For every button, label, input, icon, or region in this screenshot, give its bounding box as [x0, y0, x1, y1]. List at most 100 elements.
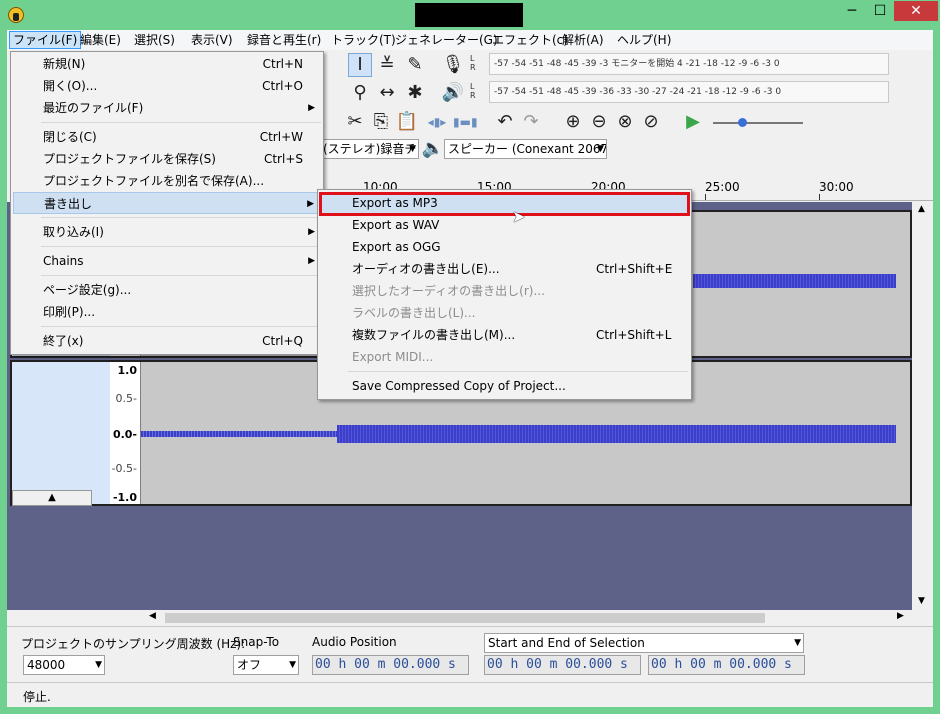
- timeshift-tool-icon[interactable]: ↔: [375, 81, 399, 105]
- menu-bar: ファイル(F) 編集(E) 選択(S) 表示(V) 録音と再生(r) トラック(…: [7, 30, 933, 51]
- window-title-redacted: [415, 3, 523, 27]
- menu-select[interactable]: 選択(S): [131, 31, 178, 49]
- horizontal-scroll-thumb[interactable]: [165, 613, 765, 623]
- file-menu-save-project[interactable]: プロジェクトファイルを保存(S) Ctrl+S: [13, 148, 321, 170]
- zoom-tool-icon[interactable]: ⚲: [348, 81, 372, 105]
- play-meter-channels: LR: [470, 82, 476, 100]
- scroll-left-icon[interactable]: ◀: [149, 611, 156, 621]
- ruler-tick-label: 25:00: [705, 180, 740, 194]
- file-menu-recent[interactable]: 最近のファイル(F) ▶: [13, 97, 321, 119]
- file-menu-print[interactable]: 印刷(P)...: [13, 301, 321, 323]
- output-speaker-icon: 🔈: [421, 138, 445, 159]
- fit-selection-icon[interactable]: ⊗: [613, 110, 637, 134]
- export-wav-item[interactable]: Export as WAV: [320, 214, 689, 236]
- file-menu-new[interactable]: 新規(N) Ctrl+N: [13, 53, 321, 75]
- file-menu-open[interactable]: 開く(O)... Ctrl+O: [13, 75, 321, 97]
- file-menu-export[interactable]: 書き出し ▶: [13, 192, 321, 214]
- fit-project-icon[interactable]: ⊘: [639, 110, 663, 134]
- draw-tool-icon[interactable]: ✎: [403, 53, 427, 77]
- play-meter[interactable]: -57 -54 -51 -48 -45 -39 -36 -33 -30 -27 …: [489, 81, 889, 103]
- cut-icon[interactable]: ✂: [343, 110, 367, 134]
- minimize-button[interactable]: ─: [838, 1, 866, 21]
- play-speed-slider-thumb[interactable]: [738, 118, 747, 127]
- selection-tool-icon[interactable]: I: [348, 53, 372, 77]
- menu-generate[interactable]: ジェネレーター(G): [392, 31, 501, 49]
- paste-icon[interactable]: 📋: [395, 110, 419, 134]
- scale-label: -0.5-: [111, 462, 137, 475]
- vertical-scrollbar[interactable]: ▲ ▼: [912, 202, 933, 610]
- snap-to-label: Snap-To: [233, 635, 280, 649]
- horizontal-scrollbar[interactable]: ◀ ▶: [145, 610, 912, 626]
- annotation-highlight-box: [319, 192, 690, 216]
- selection-end-field[interactable]: 00 h 00 m 00.000 s: [648, 655, 805, 675]
- output-device-select[interactable]: スピーカー (Conexant 2067 ▼: [444, 139, 607, 159]
- audio-position-field[interactable]: 00 h 00 m 00.000 s: [312, 655, 469, 675]
- copy-icon[interactable]: ⎘: [369, 110, 393, 134]
- ruler-tick-label: 30:00: [819, 180, 854, 194]
- undo-icon[interactable]: ↶: [493, 110, 517, 134]
- menu-separator: [41, 217, 321, 218]
- trim-icon[interactable]: ◂▮▸: [425, 110, 449, 134]
- menu-separator: [348, 371, 688, 372]
- waveform-segment: [693, 274, 896, 288]
- scale-label: 1.0: [117, 364, 138, 377]
- redo-icon[interactable]: ↷: [519, 110, 543, 134]
- selection-start-field[interactable]: 00 h 00 m 00.000 s: [484, 655, 641, 675]
- mouse-cursor-icon: ➤: [512, 207, 526, 226]
- selection-toolbar: プロジェクトのサンプリング周波数 (Hz): 48000 ▼ Snap-To オフ…: [7, 626, 933, 683]
- ruler-tick: [705, 194, 706, 200]
- silence-icon[interactable]: ▮▬▮: [453, 110, 478, 134]
- menu-analyze[interactable]: 解析(A): [559, 31, 607, 49]
- multi-tool-icon[interactable]: ✱: [403, 81, 427, 105]
- export-selected-audio-item: 選択したオーディオの書き出し(r)...: [352, 284, 545, 298]
- input-channels-select[interactable]: (ステレオ)録音チ ▼: [319, 139, 419, 159]
- waveform-segment: [141, 431, 337, 437]
- export-multiple-item[interactable]: 複数ファイルの書き出し(M)... Ctrl+Shift+L: [320, 324, 689, 346]
- menu-help[interactable]: ヘルプ(H): [614, 31, 674, 49]
- file-menu-save-project-as[interactable]: プロジェクトファイルを別名で保存(A)...: [13, 170, 321, 192]
- menu-transport[interactable]: 録音と再生(r): [244, 31, 324, 49]
- scale-label: -1.0: [112, 491, 137, 504]
- export-submenu: Export as MP3 Export as WAV Export as OG…: [317, 189, 692, 400]
- menu-tracks[interactable]: トラック(T): [328, 31, 399, 49]
- file-menu-exit[interactable]: 終了(x) Ctrl+Q: [13, 330, 321, 352]
- export-audio-item[interactable]: オーディオの書き出し(E)... Ctrl+Shift+E: [320, 258, 689, 280]
- save-compressed-copy-item[interactable]: Save Compressed Copy of Project...: [320, 375, 689, 397]
- menu-view[interactable]: 表示(V): [188, 31, 236, 49]
- close-button[interactable]: ✕: [894, 1, 938, 21]
- snap-to-select[interactable]: オフ ▼: [233, 655, 299, 675]
- menu-file[interactable]: ファイル(F): [9, 31, 82, 49]
- collapse-track-button[interactable]: ▲: [12, 490, 92, 506]
- file-menu-import[interactable]: 取り込み(I) ▶: [13, 221, 321, 243]
- scale-label: 0.0-: [112, 428, 137, 441]
- maximize-button[interactable]: ☐: [866, 1, 894, 21]
- audio-position-label: Audio Position: [312, 635, 397, 649]
- menu-separator: [41, 246, 321, 247]
- export-ogg-item[interactable]: Export as OGG: [320, 236, 689, 258]
- submenu-arrow-icon: ▶: [307, 199, 314, 209]
- zoom-in-icon[interactable]: ⊕: [561, 110, 585, 134]
- export-labels-item: ラベルの書き出し(L)...: [352, 306, 476, 320]
- selection-mode-select[interactable]: Start and End of Selection ▼: [484, 633, 804, 653]
- waveform-segment: [337, 425, 896, 443]
- file-menu-close[interactable]: 閉じる(C) Ctrl+W: [13, 126, 321, 148]
- play-speed-slider[interactable]: [713, 122, 803, 124]
- track-scale: 1.0 0.5- 0.0- -0.5- -1.0: [110, 362, 141, 504]
- microphone-icon[interactable]: 🎙: [441, 53, 465, 77]
- scroll-right-icon[interactable]: ▶: [897, 611, 904, 621]
- play-at-speed-icon[interactable]: ▶: [681, 110, 705, 134]
- status-text: 停止.: [23, 690, 51, 704]
- speaker-icon[interactable]: 🔊: [441, 81, 465, 105]
- track-control-panel[interactable]: ▲: [12, 362, 111, 506]
- ruler-tick: [819, 194, 820, 200]
- scroll-down-icon[interactable]: ▼: [918, 596, 925, 606]
- envelope-tool-icon[interactable]: ≚: [375, 53, 399, 77]
- file-menu-page-setup[interactable]: ページ設定(g)...: [13, 279, 321, 301]
- file-menu-chains[interactable]: Chains ▶: [13, 250, 321, 272]
- submenu-arrow-icon: ▶: [308, 256, 315, 266]
- zoom-out-icon[interactable]: ⊖: [587, 110, 611, 134]
- project-rate-select[interactable]: 48000 ▼: [23, 655, 105, 675]
- record-meter[interactable]: -57 -54 -51 -48 -45 -39 -3 モニターを開始 4 -21…: [489, 53, 889, 75]
- menu-edit[interactable]: 編集(E): [77, 31, 124, 49]
- scroll-up-icon[interactable]: ▲: [918, 204, 925, 214]
